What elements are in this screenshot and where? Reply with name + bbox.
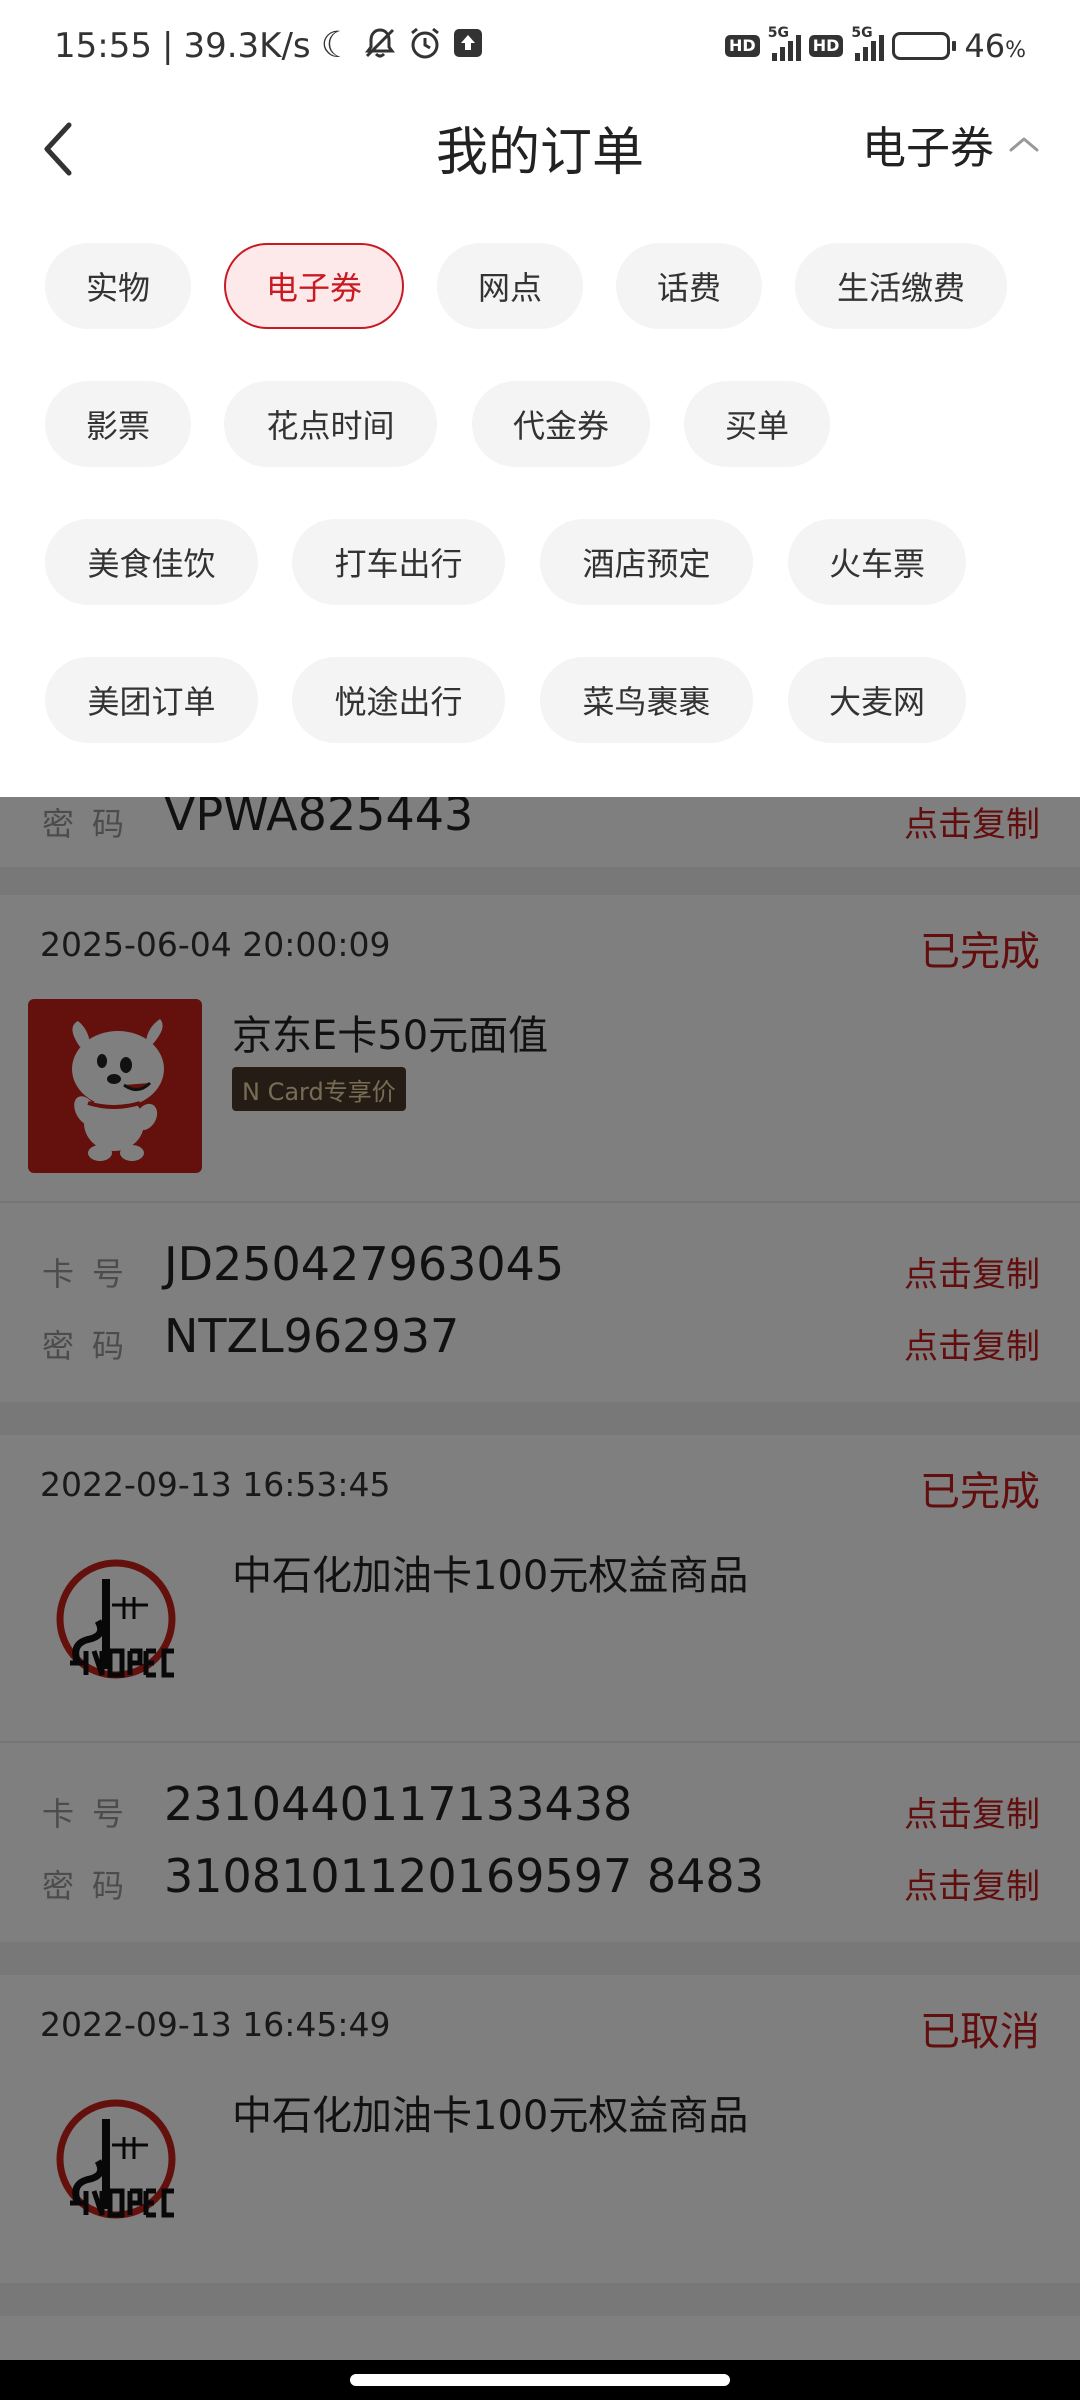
category-chip[interactable]: 买单 (684, 381, 830, 467)
system-nav-bar (0, 2360, 1080, 2400)
category-chip[interactable]: 火车票 (788, 519, 966, 605)
bell-off-icon (363, 26, 397, 67)
page-header: 我的订单 电子券 (0, 92, 1080, 242)
signal-icon-2: 5G (851, 25, 885, 61)
category-chip[interactable]: 菜鸟裹裹 (540, 657, 753, 743)
category-chip[interactable]: 实物 (45, 243, 191, 329)
status-bar: 15:55 | 39.3K/s ☾ HD 5G HD 5G 46% (0, 0, 1080, 92)
home-indicator[interactable] (350, 2374, 730, 2386)
filter-label: 电子券 (862, 123, 994, 174)
category-panel: 实物 电子券 网点 话费 生活缴费 影票 花点时间 代金券 买单 美食佳饮 打车… (0, 242, 1080, 797)
category-chip[interactable]: 美食佳饮 (45, 519, 258, 605)
category-chip[interactable]: 酒店预定 (540, 519, 753, 605)
category-chip[interactable]: 影票 (45, 381, 191, 467)
battery-icon (892, 32, 957, 60)
alarm-icon (407, 25, 443, 68)
order-list: 密码 VPWA825443 点击复制 2025-06-04 20:00:09 已… (0, 797, 1080, 2360)
dim-overlay[interactable] (0, 797, 1080, 2360)
category-chip[interactable]: 话费 (616, 243, 762, 329)
category-chip[interactable]: 悦途出行 (292, 657, 505, 743)
status-separator: | (161, 26, 174, 66)
category-chip[interactable]: 生活缴费 (795, 243, 1007, 329)
category-chip[interactable]: 打车出行 (292, 519, 505, 605)
upload-icon (453, 28, 483, 65)
status-left: 15:55 | 39.3K/s ☾ (54, 24, 483, 68)
status-time: 15:55 (54, 26, 152, 66)
chevron-up-icon (1009, 137, 1039, 152)
signal-icon: 5G (768, 25, 801, 61)
category-filter-toggle[interactable]: 电子券 (862, 112, 1040, 176)
category-chip-selected[interactable]: 电子券 (224, 243, 404, 329)
category-chip[interactable]: 网点 (437, 243, 583, 329)
category-chip[interactable]: 美团订单 (45, 657, 258, 743)
category-chip[interactable]: 花点时间 (224, 381, 437, 467)
category-chip[interactable]: 大麦网 (788, 657, 966, 743)
category-chip[interactable]: 代金券 (472, 381, 650, 467)
net-speed: 39.3K/s (183, 26, 311, 66)
hd-icon-2: HD (808, 35, 844, 57)
status-right: HD 5G HD 5G 46% (725, 24, 1026, 68)
moon-icon: ☾ (320, 25, 353, 66)
battery-percent: 46% (964, 27, 1026, 65)
hd-icon: HD (725, 35, 760, 57)
